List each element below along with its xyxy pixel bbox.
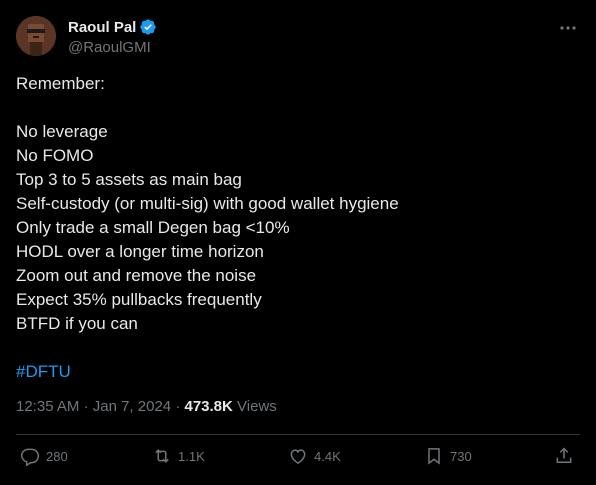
hashtag-link[interactable]: #DFTU — [16, 360, 576, 384]
like-count: 4.4K — [314, 448, 341, 464]
tweet-text: Remember: No leverage No FOMO Top 3 to 5… — [16, 72, 576, 384]
tweet-line: Only trade a small Degen bag <10% — [16, 218, 290, 237]
tweet-line: Expect 35% pullbacks frequently — [16, 290, 262, 309]
tweet-header: Raoul Pal @RaoulGMI — [16, 16, 586, 60]
action-bar: 280 1.1K 4.4K 730 — [16, 446, 580, 472]
reply-count: 280 — [46, 448, 68, 464]
verified-badge-icon[interactable] — [139, 18, 157, 36]
author-handle[interactable]: @RaoulGMI — [68, 39, 157, 56]
tweet-line: Remember: — [16, 74, 105, 93]
tweet-line: Zoom out and remove the noise — [16, 266, 257, 285]
display-name[interactable]: Raoul Pal — [68, 19, 136, 36]
bookmark-icon — [428, 448, 440, 465]
tweet-line: No leverage — [16, 122, 108, 141]
views-label: Views — [237, 398, 277, 415]
tweet-line — [16, 336, 576, 360]
bookmark-count: 730 — [450, 448, 472, 464]
tweet-line: HODL over a longer time horizon — [16, 242, 264, 261]
retweet-button[interactable]: 1.1K — [152, 446, 205, 466]
share-button[interactable] — [554, 446, 580, 466]
avatar[interactable] — [16, 16, 56, 56]
tweet-line: No FOMO — [16, 146, 94, 165]
heart-icon — [290, 449, 306, 464]
divider — [16, 434, 580, 435]
reply-button[interactable]: 280 — [20, 446, 68, 466]
reply-icon — [20, 448, 40, 466]
tweet-date[interactable]: Jan 7, 2024 — [93, 398, 171, 415]
meta-separator: · — [83, 398, 89, 415]
tweet-line — [16, 96, 576, 120]
retweet-count: 1.1K — [178, 448, 205, 464]
tweet-time[interactable]: 12:35 AM — [16, 398, 79, 415]
author-names: Raoul Pal @RaoulGMI — [68, 17, 157, 56]
more-dots-icon[interactable] — [558, 18, 578, 38]
like-button[interactable]: 4.4K — [288, 446, 341, 466]
share-icon — [556, 447, 572, 463]
meta-separator: · — [175, 398, 181, 415]
tweet-meta: 12:35 AM · Jan 7, 2024 · 473.8K Views — [16, 398, 277, 415]
tweet-card: Raoul Pal @RaoulGMI Remember: No leverag… — [0, 0, 596, 485]
tweet-line: Self-custody (or multi-sig) with good wa… — [16, 194, 399, 213]
views-count: 473.8K — [184, 398, 233, 415]
tweet-line: BTFD if you can — [16, 314, 138, 333]
retweet-icon — [155, 449, 169, 463]
bookmark-button[interactable]: 730 — [424, 446, 472, 466]
display-name-row: Raoul Pal — [68, 17, 157, 37]
tweet-line: Top 3 to 5 assets as main bag — [16, 170, 242, 189]
